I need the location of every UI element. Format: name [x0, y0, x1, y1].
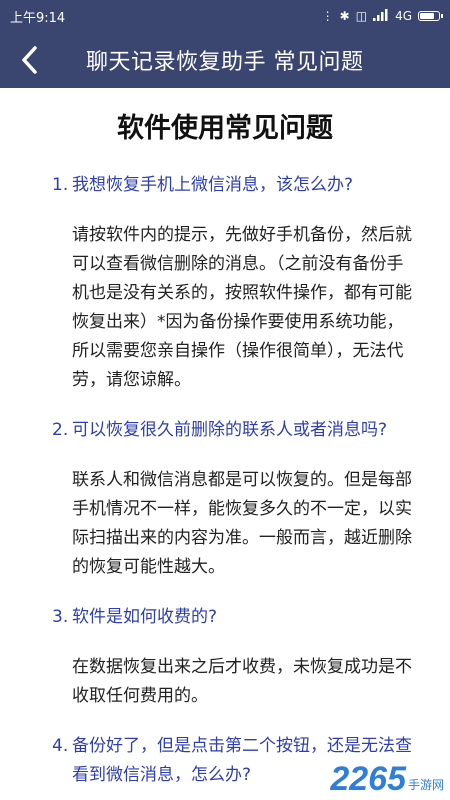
question-number: 4.: [52, 736, 69, 756]
watermark-logo: 2265: [330, 760, 406, 798]
chevron-left-icon: [22, 46, 37, 74]
question-number: 2.: [52, 420, 69, 440]
question-number: 3.: [52, 607, 69, 627]
faq-item: 1. 我想恢复手机上微信消息，该怎么办? 请按软件内的提示，先做好手机备份，然后…: [52, 171, 416, 395]
back-button[interactable]: [0, 32, 58, 88]
faq-answer: 请按软件内的提示，先做好手机备份，然后就可以查看微信删除的消息。（之前没有备份手…: [72, 225, 412, 390]
status-bar: 上午9:14 ⋮ ✱ ◫ 4G: [0, 0, 450, 32]
bluetooth-icon: ✱: [339, 9, 350, 23]
network-type: 4G: [395, 9, 412, 23]
faq-question[interactable]: 3. 软件是如何收费的?: [52, 603, 416, 632]
site-watermark: 2265 手游网: [330, 760, 444, 798]
faq-item: 2. 可以恢复很久前删除的联系人或者消息吗? 联系人和微信消息都是可以恢复的。但…: [52, 416, 416, 582]
question-text: 软件是如何收费的?: [72, 607, 218, 627]
faq-heading: 软件使用常见问题: [117, 113, 333, 144]
faq-content[interactable]: 软件使用常见问题 1. 我想恢复手机上微信消息，该怎么办? 请按软件内的提示，先…: [0, 88, 450, 800]
watermark-site: 手游网: [407, 778, 444, 792]
alarm-icon: ⋮: [321, 9, 334, 23]
faq-answer: 在数据恢复出来之后才收费，未恢复成功是不收取任何费用的。: [72, 657, 412, 706]
faq-answer: 联系人和微信消息都是可以恢复的。但是每部手机情况不一样，能恢复多久的不一定，以实…: [72, 470, 412, 577]
status-time: 上午9:14: [10, 10, 66, 26]
question-text: 我想恢复手机上微信消息，该怎么办?: [72, 175, 354, 195]
status-icons: ⋮ ✱ ◫ 4G: [321, 8, 443, 24]
app-header: 聊天记录恢复助手 常见问题: [0, 32, 450, 88]
faq-question[interactable]: 2. 可以恢复很久前删除的联系人或者消息吗?: [52, 416, 416, 445]
battery-icon: [418, 11, 443, 21]
vibrate-icon: ◫: [355, 9, 368, 23]
faq-question[interactable]: 1. 我想恢复手机上微信消息，该怎么办?: [52, 171, 416, 200]
question-text: 可以恢复很久前删除的联系人或者消息吗?: [72, 420, 388, 440]
signal-icon: [373, 8, 389, 24]
page-title: 聊天记录恢复助手 常见问题: [86, 50, 364, 75]
question-number: 1.: [52, 175, 69, 195]
faq-item: 3. 软件是如何收费的? 在数据恢复出来之后才收费，未恢复成功是不收取任何费用的…: [52, 603, 416, 711]
